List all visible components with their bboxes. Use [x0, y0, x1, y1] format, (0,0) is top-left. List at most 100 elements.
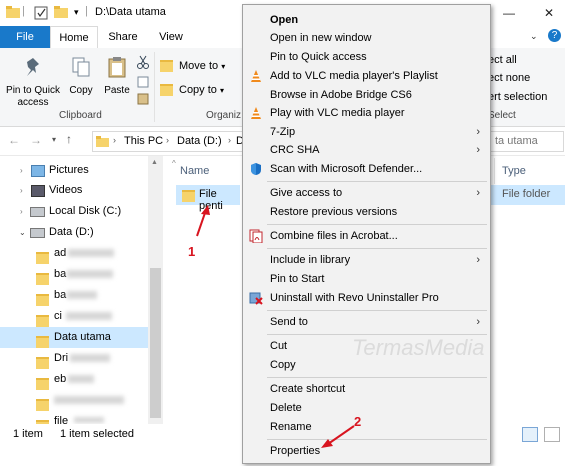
annotation-number-2: 2: [354, 414, 362, 429]
nav-item-folder[interactable]: ad: [0, 243, 148, 265]
menu-item-revo-uninstall[interactable]: Uninstall with Revo Uninstaller Pro: [243, 289, 490, 307]
close-button[interactable]: ✕: [540, 4, 558, 22]
paste-icon: [100, 56, 134, 82]
menu-item-play-vlc[interactable]: Play with VLC media player: [243, 104, 490, 122]
acrobat-icon: [249, 229, 263, 244]
pin-quick-access-button[interactable]: Pin to Quick access: [4, 56, 62, 109]
annotation-arrow-2: [321, 425, 355, 448]
menu-item-open-new-window[interactable]: Open in new window: [243, 29, 490, 47]
select-all-button[interactable]: ect all: [488, 54, 517, 66]
menu-item-give-access[interactable]: Give access to ›: [243, 184, 490, 202]
column-header-name[interactable]: Name: [180, 165, 209, 177]
paste-button[interactable]: Paste: [100, 56, 134, 97]
minimize-button[interactable]: —: [500, 4, 518, 22]
menu-item-pin-start[interactable]: Pin to Start: [243, 270, 490, 288]
tab-file[interactable]: File: [0, 26, 50, 48]
videos-icon: [31, 185, 45, 197]
new-folder-quick-icon[interactable]: [54, 6, 68, 18]
nav-item-videos[interactable]: › Videos: [0, 180, 148, 201]
up-arrow-icon[interactable]: ↑: [66, 132, 72, 146]
menu-item-crc-sha[interactable]: CRC SHA ›: [243, 141, 490, 159]
help-icon[interactable]: ?: [548, 29, 561, 42]
move-to-button[interactable]: Move to ▾: [160, 58, 225, 74]
submenu-arrow-icon: ›: [476, 144, 480, 156]
nav-item-data-utama[interactable]: Data utama: [0, 327, 148, 349]
folder-icon: [6, 6, 20, 18]
nav-item-folder[interactable]: ba: [0, 285, 148, 307]
select-group-label: Select: [488, 110, 516, 121]
select-none-button[interactable]: ect none: [488, 72, 530, 84]
menu-item-open[interactable]: Open: [243, 11, 490, 29]
copy-icon: [64, 56, 98, 82]
copy-to-button[interactable]: Copy to ▾: [160, 82, 224, 98]
column-header-type[interactable]: Type: [502, 165, 526, 177]
move-to-icon: [160, 60, 173, 73]
sort-arrow-icon: ^: [172, 159, 176, 168]
menu-item-restore-versions[interactable]: Restore previous versions: [243, 203, 490, 221]
menu-item-send-to[interactable]: Send to ›: [243, 313, 490, 331]
copy-path-icon[interactable]: [137, 76, 149, 91]
forward-arrow-icon[interactable]: →: [30, 133, 42, 147]
nav-item-folder[interactable]: eb: [0, 369, 148, 391]
submenu-arrow-icon: ›: [476, 254, 480, 266]
invert-selection-button[interactable]: ert selection: [488, 91, 547, 103]
menu-item-vlc-playlist[interactable]: Add to VLC media player's Playlist: [243, 67, 490, 85]
vlc-cone-icon: [249, 69, 263, 83]
navigation-pane: › Pictures › Videos › Local Disk (C:) ⌄ …: [0, 156, 163, 424]
back-arrow-icon[interactable]: ←: [8, 133, 20, 147]
menu-item-scan-defender[interactable]: Scan with Microsoft Defender...: [243, 160, 490, 178]
submenu-arrow-icon: ›: [476, 316, 480, 328]
nav-item-folder[interactable]: ba: [0, 264, 148, 286]
search-input[interactable]: ⌕ ta utama: [480, 131, 564, 152]
breadcrumb-data-d[interactable]: Data (D:): [177, 135, 222, 147]
menu-separator: [267, 377, 487, 378]
menu-separator: [267, 181, 487, 182]
tab-home[interactable]: Home: [50, 26, 98, 49]
context-menu: Open Open in new window Pin to Quick acc…: [242, 4, 491, 464]
menu-item-adobe-bridge[interactable]: Browse in Adobe Bridge CS6: [243, 86, 490, 104]
nav-item-folder[interactable]: file: [0, 411, 148, 424]
folder-icon: [36, 416, 55, 424]
menu-item-7zip[interactable]: 7-Zip ›: [243, 123, 490, 141]
organize-group-label: Organiz: [206, 110, 242, 121]
recent-locations-icon[interactable]: ▾: [52, 135, 56, 144]
nav-item-folder[interactable]: Dri: [0, 348, 148, 370]
menu-separator: [267, 224, 487, 225]
tab-share[interactable]: Share: [100, 26, 146, 48]
customize-quick-access-icon[interactable]: ▾: [74, 7, 79, 18]
copy-to-icon: [160, 84, 173, 97]
nav-item-folder[interactable]: ci: [0, 306, 148, 328]
table-row-type-cell[interactable]: File folder: [490, 185, 565, 205]
menu-item-create-shortcut[interactable]: Create shortcut: [243, 380, 490, 398]
submenu-arrow-icon: ›: [476, 187, 480, 199]
paste-shortcut-icon[interactable]: [137, 93, 149, 108]
menu-item-properties[interactable]: Properties: [243, 442, 490, 460]
cut-icon[interactable]: [136, 55, 150, 72]
menu-item-delete[interactable]: Delete: [243, 399, 490, 417]
nav-item-local-disk[interactable]: › Local Disk (C:): [0, 201, 148, 222]
menu-item-include-library[interactable]: Include in library ›: [243, 251, 490, 269]
large-icons-view-icon[interactable]: [544, 427, 560, 442]
menu-item-combine-acrobat[interactable]: Combine files in Acrobat...: [243, 227, 490, 245]
nav-scroll-thumb[interactable]: [150, 268, 161, 418]
address-input[interactable]: › This PC › Data (D:) › D: [92, 131, 244, 152]
table-row[interactable]: File penti: [176, 185, 240, 212]
submenu-arrow-icon: ›: [476, 126, 480, 138]
nav-item-data-d[interactable]: ⌄ Data (D:): [0, 222, 148, 243]
copy-button[interactable]: Copy: [64, 56, 98, 97]
tab-view[interactable]: View: [148, 26, 194, 48]
scroll-up-icon[interactable]: ▲: [151, 159, 158, 166]
ribbon-expand-icon[interactable]: ⌄: [530, 31, 538, 42]
nav-item-folder[interactable]: [0, 390, 148, 412]
menu-item-rename[interactable]: Rename: [243, 418, 490, 436]
pin-icon: [4, 56, 62, 82]
revo-uninstaller-icon: [249, 291, 263, 305]
details-view-icon[interactable]: [522, 427, 538, 442]
menu-separator: [267, 439, 487, 440]
annotation-number-1: 1: [188, 244, 196, 259]
watermark: TermasMedia: [352, 335, 485, 360]
breadcrumb-this-pc[interactable]: This PC: [124, 135, 163, 147]
nav-item-pictures[interactable]: › Pictures: [0, 160, 148, 181]
properties-quick-icon[interactable]: [34, 6, 48, 20]
menu-item-pin-quick-access[interactable]: Pin to Quick access: [243, 48, 490, 66]
